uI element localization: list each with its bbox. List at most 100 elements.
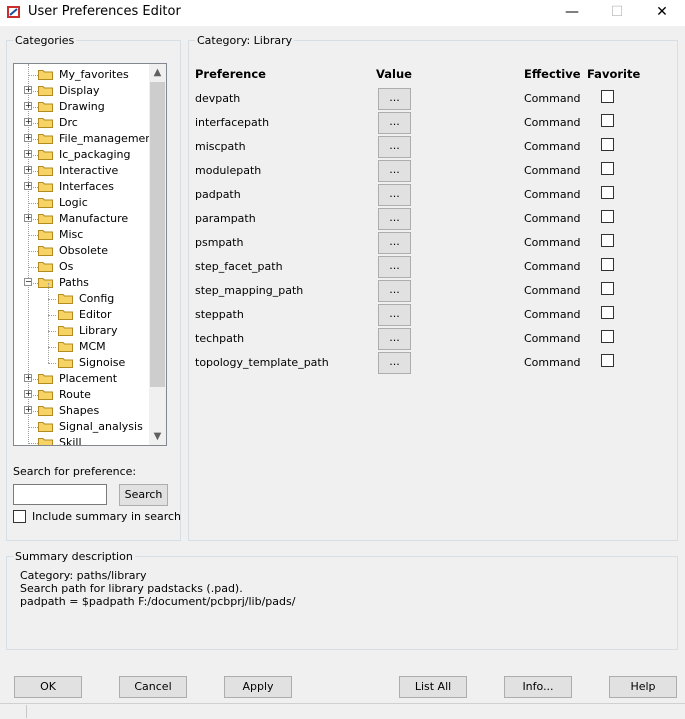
value-edit-button[interactable]: ... <box>378 184 411 206</box>
tree-item-label: Route <box>59 388 91 401</box>
tree-item[interactable]: + Interactive <box>14 163 150 179</box>
expand-toggle-icon[interactable]: + <box>24 374 32 382</box>
tree-item-label: Drc <box>59 116 78 129</box>
tree-item[interactable]: + Shapes <box>14 403 150 419</box>
tree-item[interactable]: Os <box>14 259 150 275</box>
expand-toggle-icon[interactable]: + <box>24 102 32 110</box>
favorite-checkbox[interactable] <box>601 162 614 175</box>
value-edit-button[interactable]: ... <box>378 88 411 110</box>
folder-icon <box>38 118 53 128</box>
value-edit-button[interactable]: ... <box>378 160 411 182</box>
categories-group-label: Categories <box>13 34 77 47</box>
folder-icon <box>38 214 53 224</box>
tree-item-label: Ic_packaging <box>59 148 131 161</box>
tree-item[interactable]: Signal_analysis <box>14 419 150 435</box>
tree-item[interactable]: + Placement <box>14 371 150 387</box>
value-edit-button[interactable]: ... <box>378 256 411 278</box>
tree-item[interactable]: + Manufacture <box>14 211 150 227</box>
scroll-down-icon[interactable]: ▼ <box>149 428 166 445</box>
expand-toggle-icon[interactable]: + <box>24 134 32 142</box>
favorite-checkbox[interactable] <box>601 186 614 199</box>
expand-toggle-icon[interactable]: + <box>24 118 32 126</box>
tree-item[interactable]: + Ic_packaging <box>14 147 150 163</box>
ok-button[interactable]: OK <box>14 676 82 698</box>
minimize-button[interactable]: — <box>549 0 595 24</box>
summary-line: Category: paths/library <box>20 569 147 582</box>
tree-item[interactable]: Config <box>14 283 150 307</box>
preference-name: modulepath <box>195 164 262 177</box>
tree-item[interactable]: − Paths <box>14 275 150 291</box>
value-edit-button[interactable]: ... <box>378 328 411 350</box>
cancel-button[interactable]: Cancel <box>119 676 187 698</box>
favorite-column-header: Favorite <box>587 67 641 81</box>
folder-icon <box>38 246 53 256</box>
tree-item[interactable]: + Interfaces <box>14 179 150 195</box>
effective-value: Command <box>524 116 581 129</box>
tree-scrollbar[interactable]: ▲ ▼ <box>149 64 166 445</box>
scroll-thumb[interactable] <box>150 82 165 387</box>
search-input[interactable] <box>13 484 107 505</box>
info-button[interactable]: Info... <box>504 676 572 698</box>
value-edit-button[interactable]: ... <box>378 136 411 158</box>
status-bar <box>0 703 685 719</box>
favorite-checkbox[interactable] <box>601 114 614 127</box>
preference-name: steppath <box>195 308 244 321</box>
favorite-checkbox[interactable] <box>601 258 614 271</box>
expand-toggle-icon[interactable]: + <box>24 406 32 414</box>
favorite-checkbox[interactable] <box>601 282 614 295</box>
value-edit-button[interactable]: ... <box>378 304 411 326</box>
tree-item[interactable]: MCM <box>14 331 150 355</box>
tree-item-label: Logic <box>59 196 88 209</box>
expand-toggle-icon[interactable]: + <box>24 86 32 94</box>
favorite-checkbox[interactable] <box>601 90 614 103</box>
close-button[interactable]: ✕ <box>639 0 685 24</box>
favorite-checkbox[interactable] <box>601 330 614 343</box>
folder-icon <box>58 310 73 320</box>
category-tree[interactable]: My_favorites + Display + Drawing + Drc + File_ma… <box>13 63 167 446</box>
tree-item[interactable]: + Drawing <box>14 99 150 115</box>
favorite-checkbox[interactable] <box>601 354 614 367</box>
search-button[interactable]: Search <box>119 484 168 506</box>
preference-name: step_mapping_path <box>195 284 304 297</box>
expand-toggle-icon[interactable]: + <box>24 182 32 190</box>
include-summary-checkbox[interactable] <box>13 510 26 523</box>
expand-toggle-icon[interactable]: − <box>24 278 32 286</box>
favorite-checkbox[interactable] <box>601 306 614 319</box>
tree-item[interactable]: + Display <box>14 83 150 99</box>
expand-toggle-icon[interactable]: + <box>24 390 32 398</box>
tree-item[interactable]: Skill <box>14 435 150 445</box>
tree-item[interactable]: My_favorites <box>14 67 150 83</box>
tree-item[interactable]: Misc <box>14 227 150 243</box>
value-edit-button[interactable]: ... <box>378 112 411 134</box>
value-edit-button[interactable]: ... <box>378 208 411 230</box>
tree-item[interactable]: Obsolete <box>14 243 150 259</box>
expand-toggle-icon[interactable]: + <box>24 214 32 222</box>
tree-item[interactable]: Library <box>14 315 150 339</box>
expand-toggle-icon[interactable]: + <box>24 166 32 174</box>
tree-item[interactable]: + File_management <box>14 131 157 147</box>
favorite-checkbox[interactable] <box>601 210 614 223</box>
apply-button[interactable]: Apply <box>224 676 292 698</box>
expand-toggle-icon[interactable]: + <box>24 150 32 158</box>
value-edit-button[interactable]: ... <box>378 232 411 254</box>
tree-item[interactable]: Logic <box>14 195 150 211</box>
tree-item[interactable]: + Route <box>14 387 150 403</box>
tree-item[interactable]: Editor <box>14 299 150 323</box>
value-edit-button[interactable]: ... <box>378 352 411 374</box>
folder-icon <box>38 166 53 176</box>
folder-icon <box>38 198 53 208</box>
tree-item-label: Interfaces <box>59 180 114 193</box>
tree-item[interactable]: + Drc <box>14 115 150 131</box>
effective-value: Command <box>524 356 581 369</box>
favorite-checkbox[interactable] <box>601 234 614 247</box>
folder-icon <box>38 182 53 192</box>
help-button[interactable]: Help <box>609 676 677 698</box>
maximize-button[interactable]: ☐ <box>594 0 640 24</box>
tree-item[interactable]: Signoise <box>14 347 150 371</box>
value-edit-button[interactable]: ... <box>378 280 411 302</box>
folder-icon <box>38 102 53 112</box>
favorite-checkbox[interactable] <box>601 138 614 151</box>
list-all-button[interactable]: List All <box>399 676 467 698</box>
window-title: User Preferences Editor <box>28 4 181 19</box>
scroll-up-icon[interactable]: ▲ <box>149 64 166 81</box>
